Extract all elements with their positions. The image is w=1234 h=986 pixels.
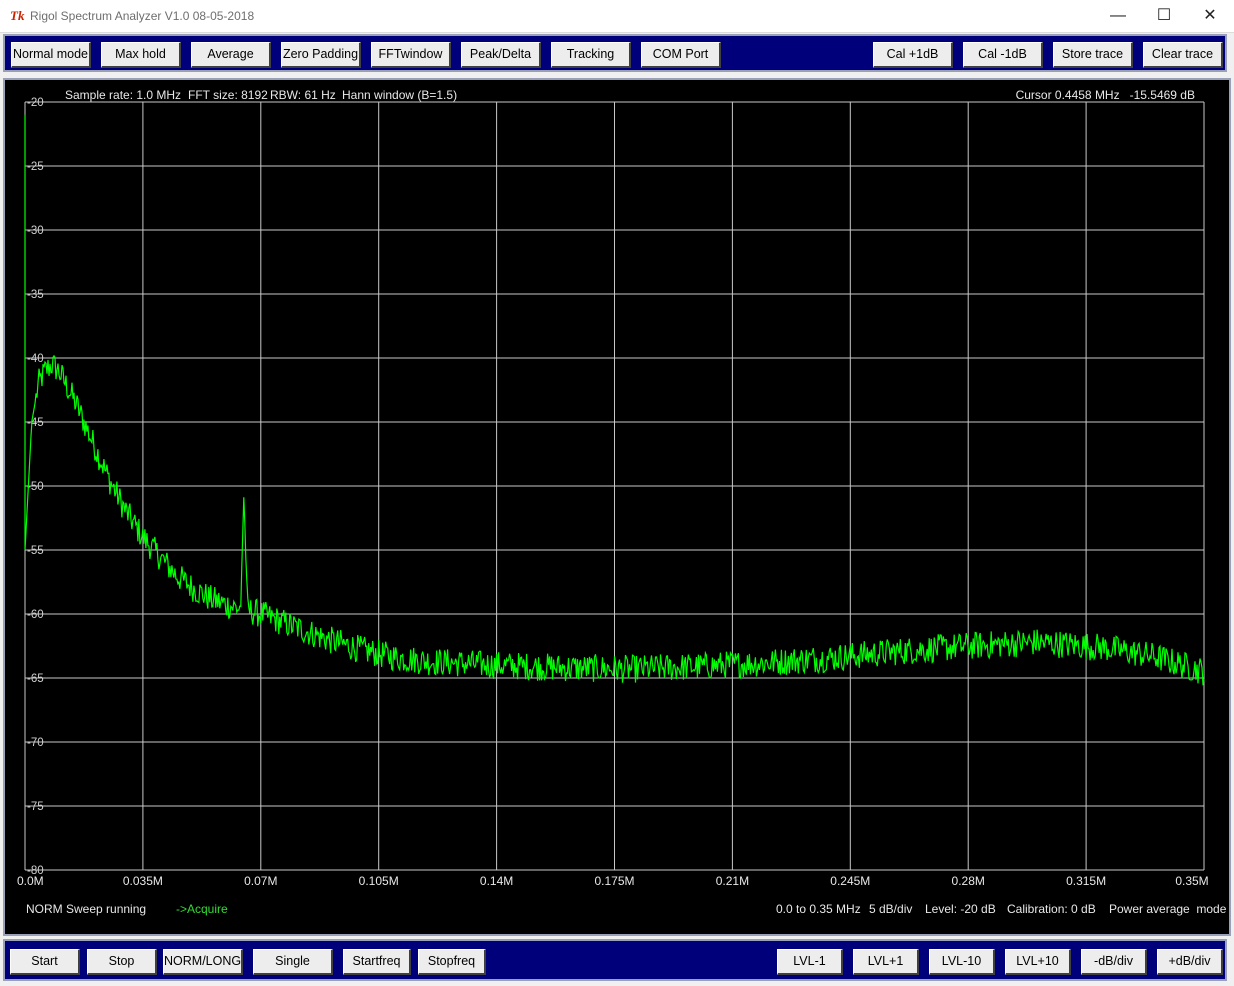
title-bar: Tk Rigol Spectrum Analyzer V1.0 08-05-20… xyxy=(0,0,1234,33)
top-toolbar: Normal mode Max hold Average Zero Paddin… xyxy=(3,34,1227,72)
lvl-minus-10-button[interactable]: LVL-10 xyxy=(929,949,995,975)
average-button[interactable]: Average xyxy=(191,42,271,68)
mode-label: Power average mode xyxy=(1109,902,1227,916)
x-tick-label: 0.245M xyxy=(830,874,870,888)
tk-feather-icon: Tk xyxy=(10,8,25,23)
fft-size-label: FFT size: 8192 xyxy=(188,88,268,102)
y-tick-label: -25 xyxy=(27,161,44,173)
x-tick-label: 0.105M xyxy=(359,874,399,888)
zero-padding-button[interactable]: Zero Padding xyxy=(281,42,361,68)
y-tick-label: -60 xyxy=(27,609,44,621)
startfreq-button[interactable]: Startfreq xyxy=(343,949,411,975)
tracking-button[interactable]: Tracking xyxy=(551,42,631,68)
lvl-plus-1-button[interactable]: LVL+1 xyxy=(853,949,919,975)
window-title: Rigol Spectrum Analyzer V1.0 08-05-2018 xyxy=(30,9,255,23)
stop-button[interactable]: Stop xyxy=(87,949,157,975)
normal-mode-button[interactable]: Normal mode xyxy=(11,42,91,68)
rbw-label: RBW: 61 Hz xyxy=(270,88,336,102)
y-tick-label: -50 xyxy=(27,481,44,493)
minimize-icon[interactable]: — xyxy=(1095,0,1141,32)
y-tick-label: -65 xyxy=(27,673,44,685)
sweep-status: NORM Sweep running xyxy=(26,902,147,916)
span-label: 0.0 to 0.35 MHz xyxy=(776,902,861,916)
y-tick-label: -40 xyxy=(27,353,44,365)
x-tick-label: 0.035M xyxy=(123,874,163,888)
single-button[interactable]: Single xyxy=(253,949,333,975)
stopfreq-button[interactable]: Stopfreq xyxy=(418,949,486,975)
com-port-button[interactable]: COM Port xyxy=(641,42,721,68)
y-tick-label: -55 xyxy=(27,545,44,557)
x-tick-label: 0.07M xyxy=(244,874,277,888)
cal-minus-button[interactable]: Cal -1dB xyxy=(963,42,1043,68)
spectrum-display[interactable]: -20 -25 -30 -35 -40 -45 -50 -55 -60 -65 -70 -75 -80 0… xyxy=(3,78,1231,936)
bottom-toolbar: Start Stop NORM/LONG Single Startfreq St… xyxy=(3,939,1227,981)
x-tick-label: 0.28M xyxy=(952,874,985,888)
close-icon[interactable]: ✕ xyxy=(1187,0,1233,32)
y-tick-label: -35 xyxy=(27,289,44,301)
y-tick-label: -45 xyxy=(27,417,44,429)
spectrum-plot[interactable]: -20-25-30-35-40-45-50-55-60-65-70-75-800… xyxy=(5,80,1229,934)
cursor-readout: Cursor 0.4458 MHz -15.5469 dB xyxy=(1016,88,1195,102)
y-tick-label: -20 xyxy=(27,97,44,109)
x-tick-label: 0.21M xyxy=(716,874,749,888)
axis-ticks: -20-25-30-35-40-45-50-55-60-65-70-75-800… xyxy=(17,97,1209,888)
sample-rate-label: Sample rate: 1.0 MHz xyxy=(65,88,181,102)
start-button[interactable]: Start xyxy=(10,949,80,975)
db-div-minus-button[interactable]: -dB/div xyxy=(1081,949,1147,975)
maximize-icon[interactable]: ☐ xyxy=(1141,0,1187,32)
lvl-plus-10-button[interactable]: LVL+10 xyxy=(1005,949,1071,975)
level-label: Level: -20 dB xyxy=(925,902,996,916)
x-tick-label: 0.0M xyxy=(17,874,44,888)
lvl-minus-1-button[interactable]: LVL-1 xyxy=(777,949,843,975)
x-tick-label: 0.315M xyxy=(1066,874,1106,888)
grid xyxy=(24,101,1205,871)
scale-label: 5 dB/div xyxy=(869,902,913,916)
cal-plus-button[interactable]: Cal +1dB xyxy=(873,42,953,68)
y-tick-label: -75 xyxy=(27,801,44,813)
max-hold-button[interactable]: Max hold xyxy=(101,42,181,68)
y-tick-label: -70 xyxy=(27,737,44,749)
peak-delta-button[interactable]: Peak/Delta xyxy=(461,42,541,68)
x-tick-label: 0.175M xyxy=(594,874,634,888)
fft-window-button[interactable]: FFTwindow xyxy=(371,42,451,68)
x-tick-label: 0.14M xyxy=(480,874,513,888)
calibration-label: Calibration: 0 dB xyxy=(1007,902,1096,916)
store-trace-button[interactable]: Store trace xyxy=(1053,42,1133,68)
norm-long-button[interactable]: NORM/LONG xyxy=(163,949,243,975)
window-label: Hann window (B=1.5) xyxy=(342,88,457,102)
clear-trace-button[interactable]: Clear trace xyxy=(1143,42,1223,68)
x-tick-label: 0.35M xyxy=(1175,874,1208,888)
db-div-plus-button[interactable]: +dB/div xyxy=(1157,949,1223,975)
acquire-status: ->Acquire xyxy=(176,902,228,916)
y-tick-label: -30 xyxy=(27,225,44,237)
